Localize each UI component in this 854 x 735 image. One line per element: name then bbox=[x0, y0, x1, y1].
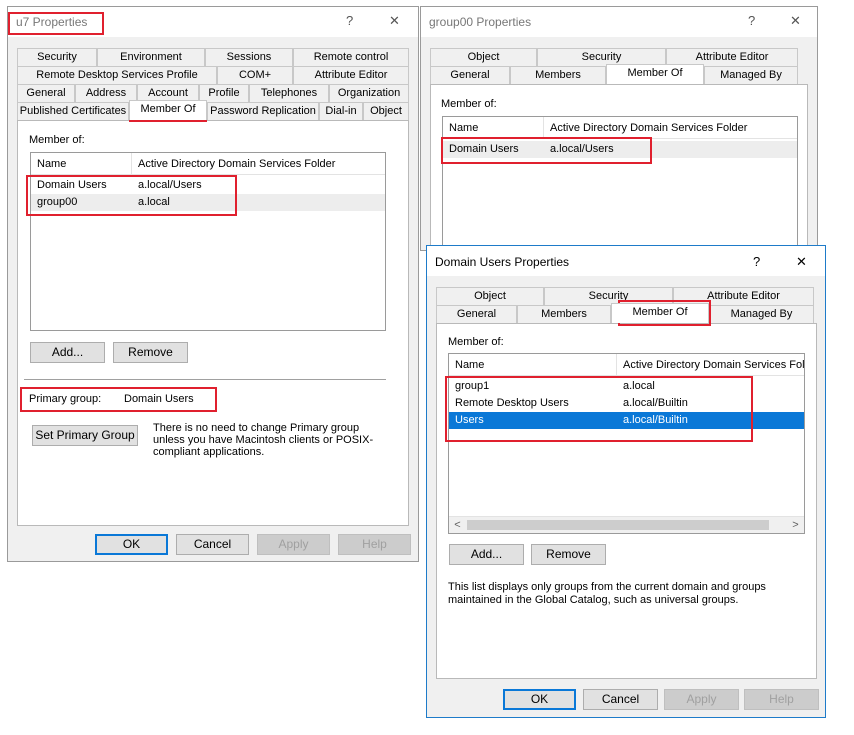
tab-sessions[interactable]: Sessions bbox=[205, 48, 293, 66]
member-of-label: Member of: bbox=[448, 336, 504, 348]
tab-member-of[interactable]: Member Of bbox=[129, 100, 207, 120]
tab-security[interactable]: Security bbox=[17, 48, 97, 66]
tab-member-of[interactable]: Member Of bbox=[606, 64, 704, 84]
tab-managed-by[interactable]: Managed By bbox=[709, 305, 814, 323]
highlight-u7-title bbox=[8, 12, 104, 35]
set-primary-group-button[interactable]: Set Primary Group bbox=[32, 425, 138, 446]
column-header-folder[interactable]: Active Directory Domain Services Folder bbox=[132, 153, 385, 175]
horizontal-scrollbar[interactable]: < > bbox=[449, 516, 804, 533]
tab-managed-by[interactable]: Managed By bbox=[704, 66, 798, 84]
tab-environment[interactable]: Environment bbox=[97, 48, 205, 66]
tab-published-certificates[interactable]: Published Certificates bbox=[17, 102, 129, 120]
ok-button[interactable]: OK bbox=[95, 534, 168, 555]
member-of-label: Member of: bbox=[441, 98, 497, 110]
title-bar[interactable]: Domain Users Properties ? ✕ bbox=[427, 246, 825, 276]
dialog-title: Domain Users Properties bbox=[435, 255, 570, 269]
tab-members[interactable]: Members bbox=[510, 66, 606, 84]
apply-button[interactable]: Apply bbox=[257, 534, 330, 555]
column-header-folder[interactable]: Active Directory Domain Services Folder bbox=[544, 117, 797, 139]
tab-remote-desktop-services-profile[interactable]: Remote Desktop Services Profile bbox=[17, 66, 217, 84]
list-header: Name Active Directory Domain Services Fo… bbox=[449, 354, 804, 376]
scrollbar-thumb[interactable] bbox=[467, 520, 769, 530]
tab-dial-in[interactable]: Dial-in bbox=[319, 102, 363, 120]
help-button[interactable]: Help bbox=[744, 689, 819, 710]
title-bar[interactable]: group00 Properties ? ✕ bbox=[421, 7, 817, 37]
remove-button[interactable]: Remove bbox=[113, 342, 188, 363]
ok-button[interactable]: OK bbox=[503, 689, 576, 710]
highlight-u7-primary-group bbox=[20, 387, 217, 412]
help-icon[interactable]: ? bbox=[346, 14, 353, 28]
tab-member-of[interactable]: Member Of bbox=[611, 303, 709, 323]
list-header: Name Active Directory Domain Services Fo… bbox=[443, 117, 797, 139]
highlight-u7-rows bbox=[26, 175, 237, 216]
group00-properties-dialog: group00 Properties ? ✕ Object Security A… bbox=[420, 6, 818, 252]
help-button[interactable]: Help bbox=[338, 534, 411, 555]
highlight-group00-row bbox=[441, 137, 652, 164]
primary-group-note: There is no need to change Primary group… bbox=[153, 422, 374, 458]
u7-properties-dialog: u7 Properties ? ✕ Security Environment S… bbox=[7, 6, 419, 562]
tab-password-replication[interactable]: Password Replication bbox=[207, 102, 319, 120]
close-icon[interactable]: ✕ bbox=[389, 14, 400, 28]
tab-address[interactable]: Address bbox=[75, 84, 137, 102]
add-button[interactable]: Add... bbox=[30, 342, 105, 363]
remove-button[interactable]: Remove bbox=[531, 544, 606, 565]
tab-object[interactable]: Object bbox=[436, 287, 544, 305]
tab-general[interactable]: General bbox=[430, 66, 510, 84]
help-icon[interactable]: ? bbox=[753, 255, 760, 269]
scroll-right-icon[interactable]: > bbox=[787, 517, 804, 533]
member-of-label: Member of: bbox=[29, 134, 85, 146]
tab-organization[interactable]: Organization bbox=[329, 84, 409, 102]
close-icon[interactable]: ✕ bbox=[790, 14, 801, 28]
tab-telephones[interactable]: Telephones bbox=[249, 84, 329, 102]
scroll-left-icon[interactable]: < bbox=[449, 517, 466, 533]
tab-members[interactable]: Members bbox=[517, 305, 611, 323]
domain-users-properties-dialog: Domain Users Properties ? ✕ Object Secur… bbox=[426, 245, 826, 718]
close-icon[interactable]: ✕ bbox=[796, 255, 807, 269]
column-header-folder[interactable]: Active Directory Domain Services Fold bbox=[617, 354, 804, 376]
help-icon[interactable]: ? bbox=[748, 14, 755, 28]
column-header-name[interactable]: Name bbox=[443, 117, 543, 139]
tab-general[interactable]: General bbox=[436, 305, 517, 323]
cancel-button[interactable]: Cancel bbox=[583, 689, 658, 710]
list-header: Name Active Directory Domain Services Fo… bbox=[31, 153, 385, 175]
column-header-name[interactable]: Name bbox=[449, 354, 616, 376]
tab-com-plus[interactable]: COM+ bbox=[217, 66, 293, 84]
cancel-button[interactable]: Cancel bbox=[176, 534, 249, 555]
apply-button[interactable]: Apply bbox=[664, 689, 739, 710]
dialog-title: group00 Properties bbox=[429, 15, 532, 29]
tab-general[interactable]: General bbox=[17, 84, 75, 102]
tab-object[interactable]: Object bbox=[430, 48, 537, 66]
tab-object[interactable]: Object bbox=[363, 102, 409, 120]
member-of-note: This list displays only groups from the … bbox=[448, 581, 766, 606]
tab-remote-control[interactable]: Remote control bbox=[293, 48, 409, 66]
divider bbox=[24, 379, 386, 380]
column-header-name[interactable]: Name bbox=[31, 153, 131, 175]
highlight-domain-users-rows bbox=[445, 376, 753, 442]
add-button[interactable]: Add... bbox=[449, 544, 524, 565]
tab-attribute-editor[interactable]: Attribute Editor bbox=[293, 66, 409, 84]
